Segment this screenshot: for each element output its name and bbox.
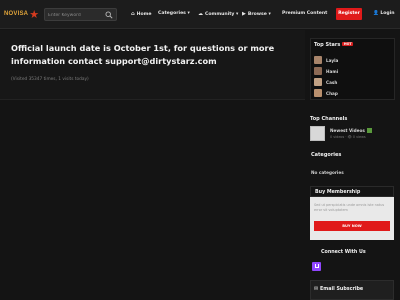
login-label: Login [380, 11, 395, 16]
buy-now-button[interactable]: BUY NOW [314, 221, 390, 231]
nav-categories-label: Categories ▾ [158, 11, 190, 16]
page-title: Official launch date is October 1st, for… [11, 43, 275, 66]
star-item[interactable]: Hami [314, 67, 338, 75]
star-name: Layla [326, 57, 339, 63]
categories-title: Categories [311, 152, 342, 158]
no-categories-text: No categories [311, 170, 344, 175]
sidebar: Top Stars HOT Layla Hami Cash Chap Top Ch… [305, 30, 400, 300]
channel-avatar[interactable] [310, 126, 325, 141]
email-subscribe-widget: ✉ Email Subscribe [310, 280, 394, 300]
login-link[interactable]: 👤 Login [373, 11, 395, 16]
star-thumbnail [314, 56, 322, 64]
star-thumbnail [314, 89, 322, 97]
channel-stats: 0 videos · 👁 0 views [330, 135, 366, 139]
nav-community[interactable]: ☁ Community ▾ [198, 11, 238, 17]
nav-home[interactable]: ⌂ Home [131, 11, 152, 17]
star-item[interactable]: Cash [314, 78, 337, 86]
site-logo[interactable]: NOVISA ★ [4, 7, 39, 21]
email-subscribe-title: Email Subscribe [320, 287, 364, 292]
register-button[interactable]: Register [336, 8, 362, 20]
search-icon[interactable] [105, 11, 113, 19]
membership-widget: Buy Membership Sed ut perspiciatis unde … [310, 186, 394, 240]
membership-description: Sed ut perspiciatis unde omnis iste natu… [314, 203, 385, 213]
star-thumbnail [314, 67, 322, 75]
logo-text: NOVISA [4, 11, 29, 17]
nav-community-label: Community ▾ [205, 11, 239, 17]
star-item[interactable]: Chap [314, 89, 338, 97]
star-name: Cash [326, 79, 338, 85]
top-channels-title: Top Channels [310, 116, 348, 122]
post-container: Official launch date is October 1st, for… [0, 30, 305, 100]
main-content: Official launch date is October 1st, for… [0, 30, 305, 300]
cloud-icon: ☁ [198, 11, 203, 17]
home-icon: ⌂ [131, 11, 135, 17]
search-input[interactable] [48, 10, 106, 20]
star-name: Chap [326, 90, 338, 96]
top-stars-widget: Top Stars HOT Layla Hami Cash Chap [310, 38, 395, 100]
visit-counter: (Visited 35347 times, 1 visits today) [11, 77, 89, 82]
star-name: Hami [326, 68, 339, 74]
envelope-icon: ✉ [314, 286, 319, 292]
channel-name[interactable]: Newest Videos [330, 128, 372, 133]
twitch-icon[interactable] [312, 262, 321, 271]
logo-star-icon: ★ [29, 7, 40, 21]
top-stars-title: Top Stars HOT [314, 42, 354, 48]
nav-premium-content[interactable]: Premium Content [282, 11, 327, 16]
play-icon: ▶ [242, 11, 246, 17]
star-thumbnail [314, 78, 322, 86]
membership-title: Buy Membership [315, 190, 361, 195]
star-item[interactable]: Layla [314, 56, 338, 64]
membership-header: Buy Membership [310, 186, 394, 197]
top-navbar: NOVISA ★ ⌂ Home Categories ▾ ☁ Community… [0, 0, 400, 29]
verified-icon [366, 128, 372, 133]
connect-title: Connect With Us [321, 250, 366, 255]
user-icon: 👤 [373, 11, 379, 16]
channel-name-text: Newest Videos [330, 128, 365, 133]
nav-premium-label: Premium Content [282, 11, 328, 16]
top-stars-title-text: Top Stars [314, 42, 341, 48]
nav-browse[interactable]: ▶ Browse ▾ [242, 11, 271, 17]
nav-categories[interactable]: Categories ▾ [158, 11, 190, 16]
hot-badge: HOT [342, 42, 354, 46]
nav-home-label: Home [136, 11, 152, 17]
twitch-glyph [314, 264, 319, 268]
nav-browse-label: Browse ▾ [247, 11, 271, 17]
search-box [44, 8, 117, 21]
